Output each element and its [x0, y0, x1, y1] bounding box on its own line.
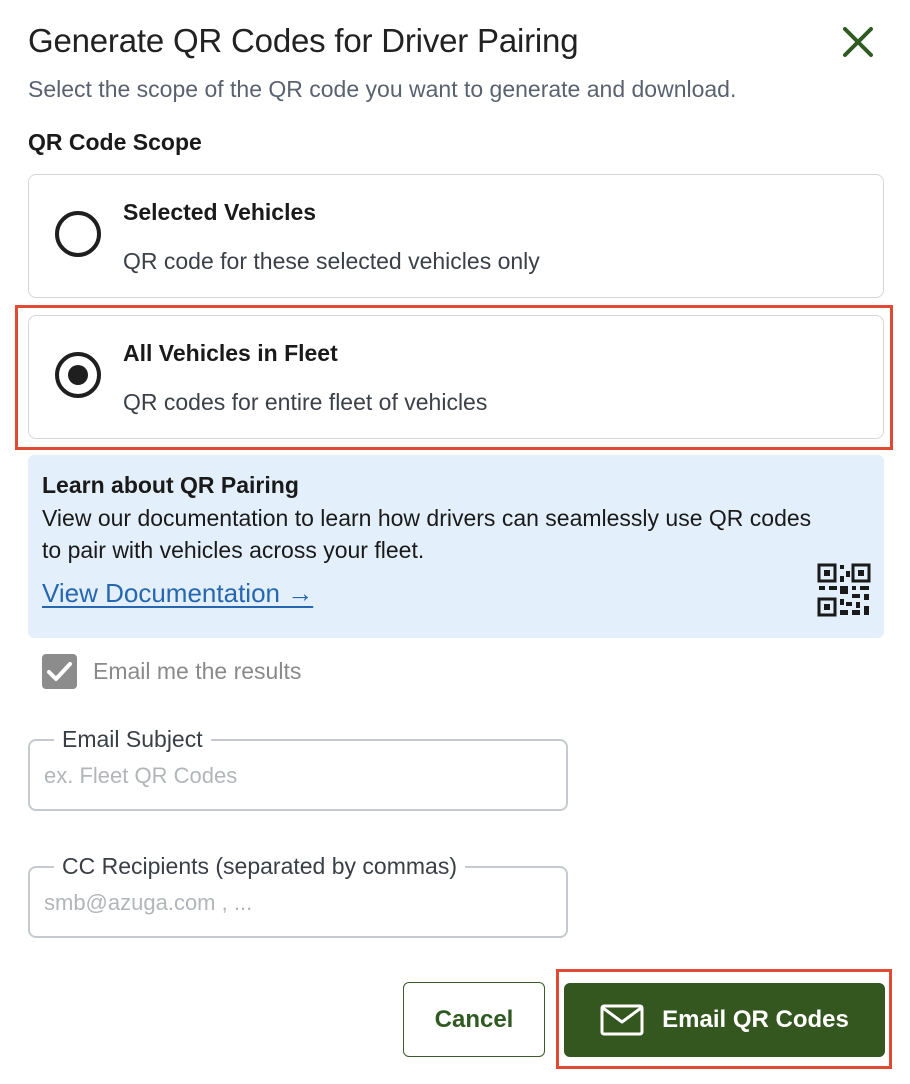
mail-icon	[600, 1004, 644, 1036]
info-text: View our documentation to learn how driv…	[42, 505, 812, 563]
info-title: Learn about QR Pairing	[42, 472, 299, 498]
radio-selected-vehicles[interactable]	[55, 211, 101, 257]
email-subject-label: Email Subject	[54, 725, 211, 753]
close-icon	[843, 27, 873, 57]
info-panel: Learn about QR Pairing View our document…	[28, 455, 884, 638]
option-description: QR code for these selected vehicles only	[123, 248, 540, 274]
scope-option-selected-vehicles[interactable]: Selected Vehicles QR code for these sele…	[28, 174, 884, 298]
scope-label: QR Code Scope	[28, 129, 202, 155]
qr-code-icon	[817, 563, 871, 617]
close-button[interactable]	[838, 22, 878, 62]
cancel-button[interactable]: Cancel	[403, 982, 545, 1057]
cc-recipients-field: CC Recipients (separated by commas)	[28, 852, 568, 938]
option-title: All Vehicles in Fleet	[123, 340, 338, 366]
scope-option-all-vehicles[interactable]: All Vehicles in Fleet QR codes for entir…	[28, 315, 884, 439]
option-description: QR codes for entire fleet of vehicles	[123, 389, 488, 415]
cc-recipients-label: CC Recipients (separated by commas)	[54, 852, 465, 880]
dialog-title: Generate QR Codes for Driver Pairing	[28, 22, 579, 59]
view-documentation-link[interactable]: View Documentation →	[42, 578, 313, 609]
email-results-label: Email me the results	[93, 658, 302, 684]
email-results-checkbox[interactable]	[42, 654, 77, 689]
email-subject-input[interactable]	[44, 759, 554, 793]
radio-all-vehicles[interactable]	[55, 352, 101, 398]
dialog-subtitle: Select the scope of the QR code you want…	[28, 76, 737, 102]
cc-recipients-input[interactable]	[44, 886, 554, 920]
email-qr-codes-label: Email QR Codes	[662, 1006, 849, 1033]
checkmark-icon	[47, 662, 72, 681]
option-title: Selected Vehicles	[123, 199, 317, 225]
radio-selected-dot	[68, 365, 88, 385]
email-subject-field: Email Subject	[28, 725, 568, 811]
email-qr-codes-button[interactable]: Email QR Codes	[564, 983, 885, 1057]
